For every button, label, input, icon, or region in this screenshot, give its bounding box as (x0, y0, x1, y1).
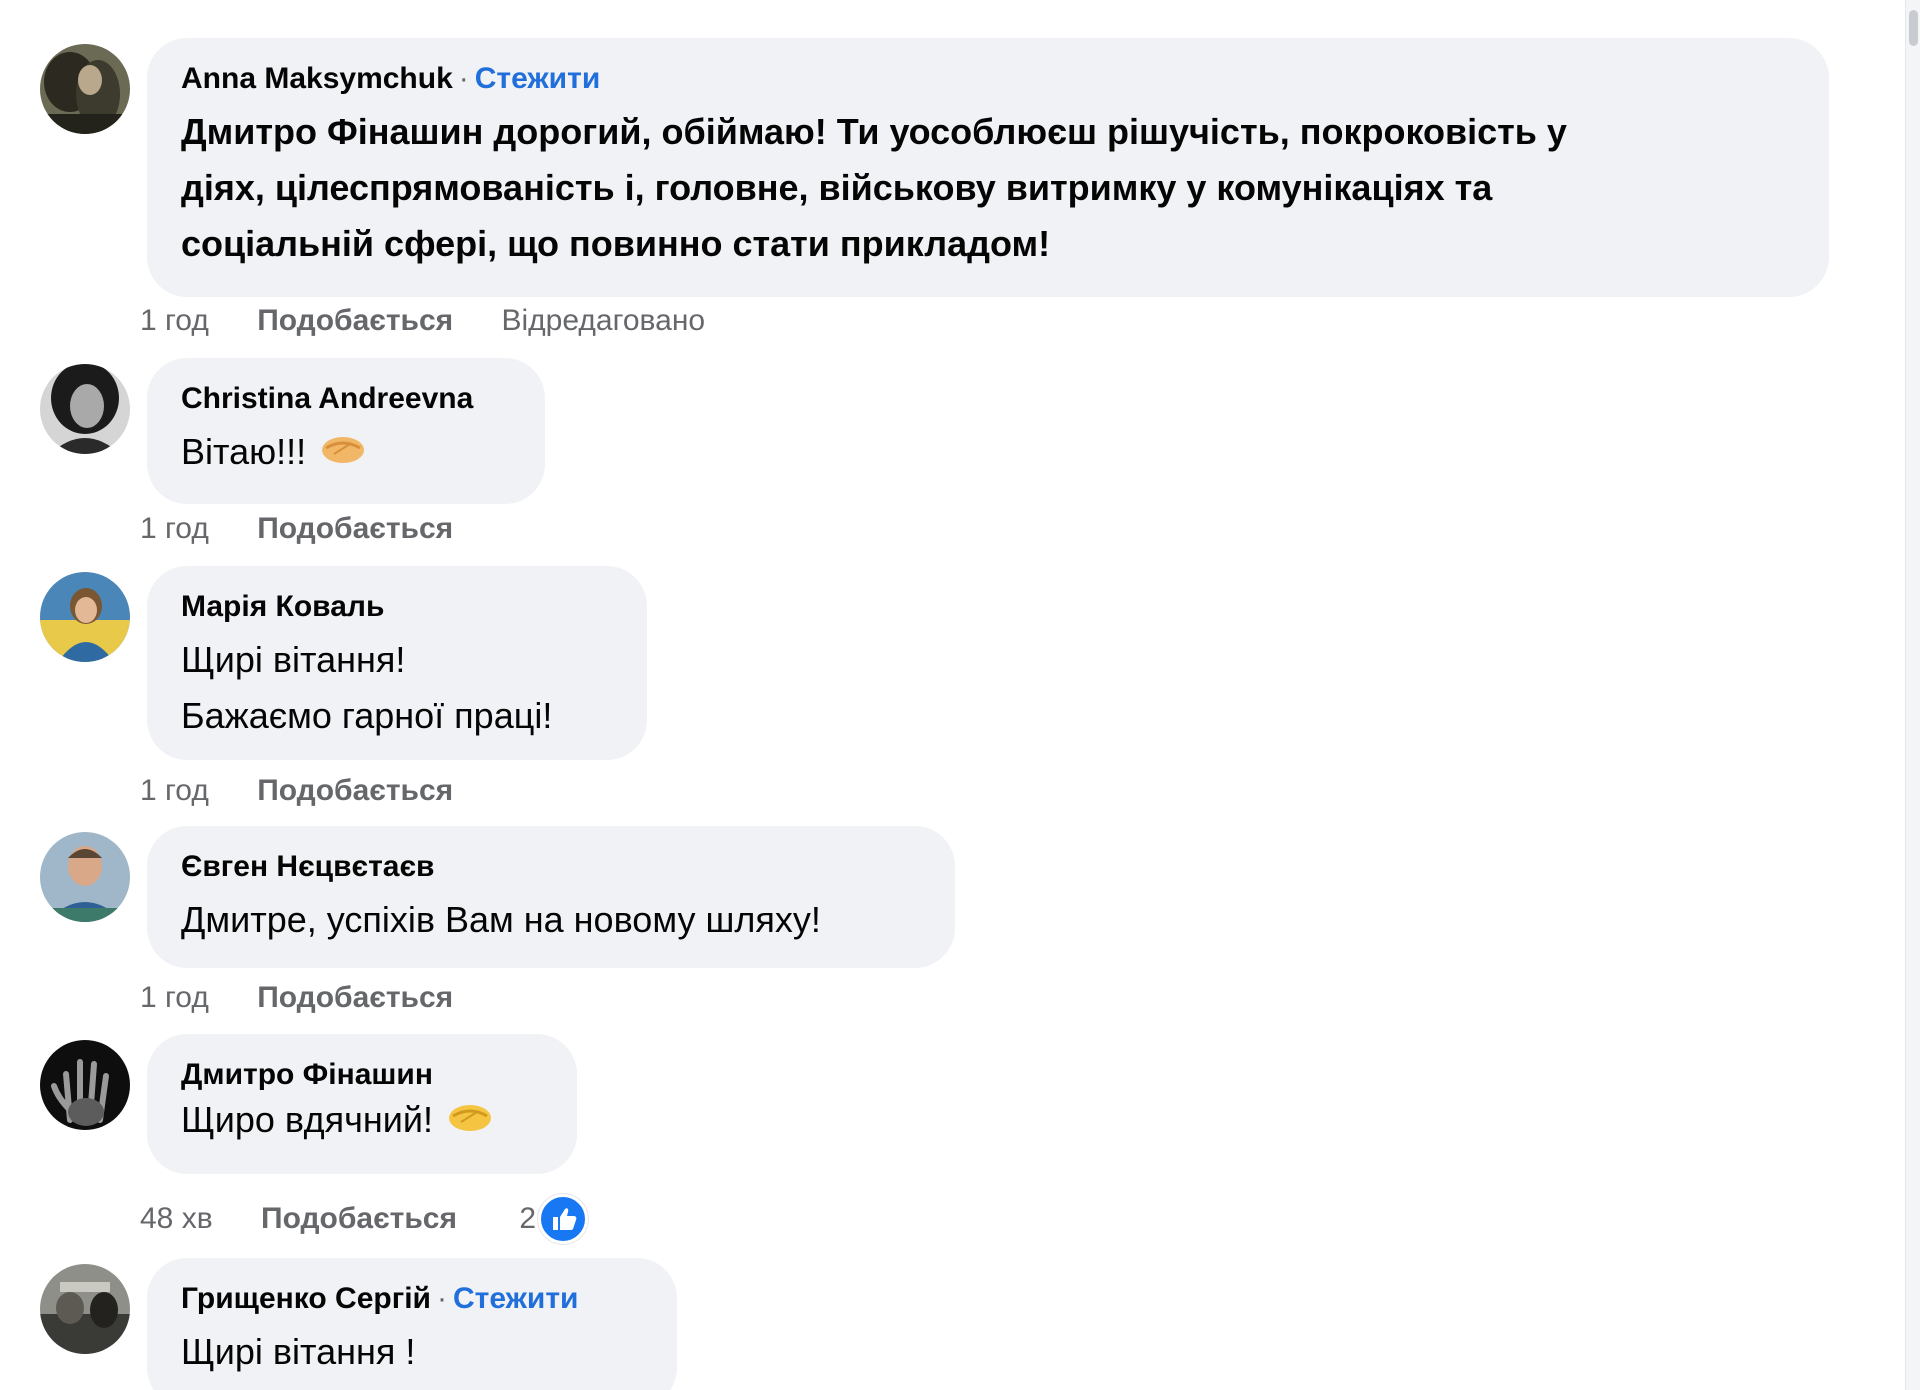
thumbs-up-icon (538, 1194, 588, 1244)
follow-link[interactable]: Стежити (475, 62, 601, 95)
comment-text-row: Вітаю!!! (181, 424, 513, 482)
scrollbar[interactable] (1905, 0, 1920, 1390)
reaction-count[interactable]: 2 (519, 1194, 628, 1244)
comment-actions: 1 год Подобається (140, 512, 493, 546)
comment-actions: 48 хв Подобається 2 (140, 1194, 668, 1244)
like-button[interactable]: Подобається (257, 512, 453, 545)
avatar[interactable] (40, 44, 130, 134)
comment-author[interactable]: Грищенко Сергій (181, 1282, 431, 1315)
comment-time[interactable]: 1 год (140, 304, 209, 337)
like-button[interactable]: Подобається (257, 981, 453, 1014)
follow-link[interactable]: Стежити (453, 1282, 579, 1315)
comment-bubble: Грищенко Сергій · Стежити Щирі вітання ! (147, 1258, 677, 1390)
comment-bubble: Дмитро Фінашин Щиро вдячний! (147, 1034, 577, 1174)
comment-text-row: Щиро вдячний! (181, 1092, 545, 1150)
avatar[interactable] (40, 572, 130, 662)
comment-actions: 1 год Подобається (140, 981, 493, 1015)
comment-time[interactable]: 1 год (140, 981, 209, 1014)
comment-bubble: Євген Нєцвєтаєв Дмитре, успіхів Вам на н… (147, 826, 955, 968)
comment-time[interactable]: 48 хв (140, 1202, 213, 1235)
scrollbar-thumb[interactable] (1909, 10, 1918, 46)
separator-dot: · (458, 62, 469, 95)
reaction-number: 2 (519, 1202, 536, 1235)
comment-author[interactable]: Дмитро Фінашин (181, 1058, 433, 1091)
handshake-icon (320, 426, 366, 482)
comment-text: Щирі вітання ! (181, 1331, 416, 1372)
handshake-icon (447, 1094, 493, 1150)
comment-author[interactable]: Anna Maksymchuk (181, 62, 453, 95)
comment-time[interactable]: 1 год (140, 512, 209, 545)
like-button[interactable]: Подобається (257, 304, 453, 337)
comment-author[interactable]: Christina Andreevna (181, 382, 473, 415)
separator-dot: · (436, 1282, 447, 1315)
avatar[interactable] (40, 832, 130, 922)
like-button[interactable]: Подобається (257, 774, 453, 807)
comment-text: Щиро вдячний! (181, 1099, 433, 1140)
comment-actions: 1 год Подобається (140, 774, 493, 808)
comment-text: Вітаю!!! (181, 431, 307, 472)
avatar[interactable] (40, 1264, 130, 1354)
comment-text: Дмитро Фінашин дорогий, обіймаю! Ти уосо… (181, 111, 1567, 264)
comment-text: Щирі вітання! Бажаємо гарної праці! (181, 639, 553, 736)
comment-actions: 1 год Подобається Відредаговано (140, 304, 745, 338)
comment-bubble: Anna Maksymchuk · Стежити Дмитро Фінашин д… (147, 38, 1829, 297)
comment-text: Дмитре, успіхів Вам на новому шляху! (181, 899, 821, 940)
comment-bubble: Марія Коваль Щирі вітання! Бажаємо гарно… (147, 566, 647, 760)
comment-time[interactable]: 1 год (140, 774, 209, 807)
comment-author[interactable]: Євген Нєцвєтаєв (181, 850, 435, 883)
comments-panel: Anna Maksymchuk · Стежити Дмитро Фінашин д… (0, 0, 1920, 1390)
avatar[interactable] (40, 1040, 130, 1130)
comment-bubble: Christina Andreevna Вітаю!!! (147, 358, 545, 504)
comment-author[interactable]: Марія Коваль (181, 590, 384, 623)
edited-label[interactable]: Відредаговано (502, 304, 706, 337)
avatar[interactable] (40, 364, 130, 454)
like-button[interactable]: Подобається (261, 1202, 457, 1235)
